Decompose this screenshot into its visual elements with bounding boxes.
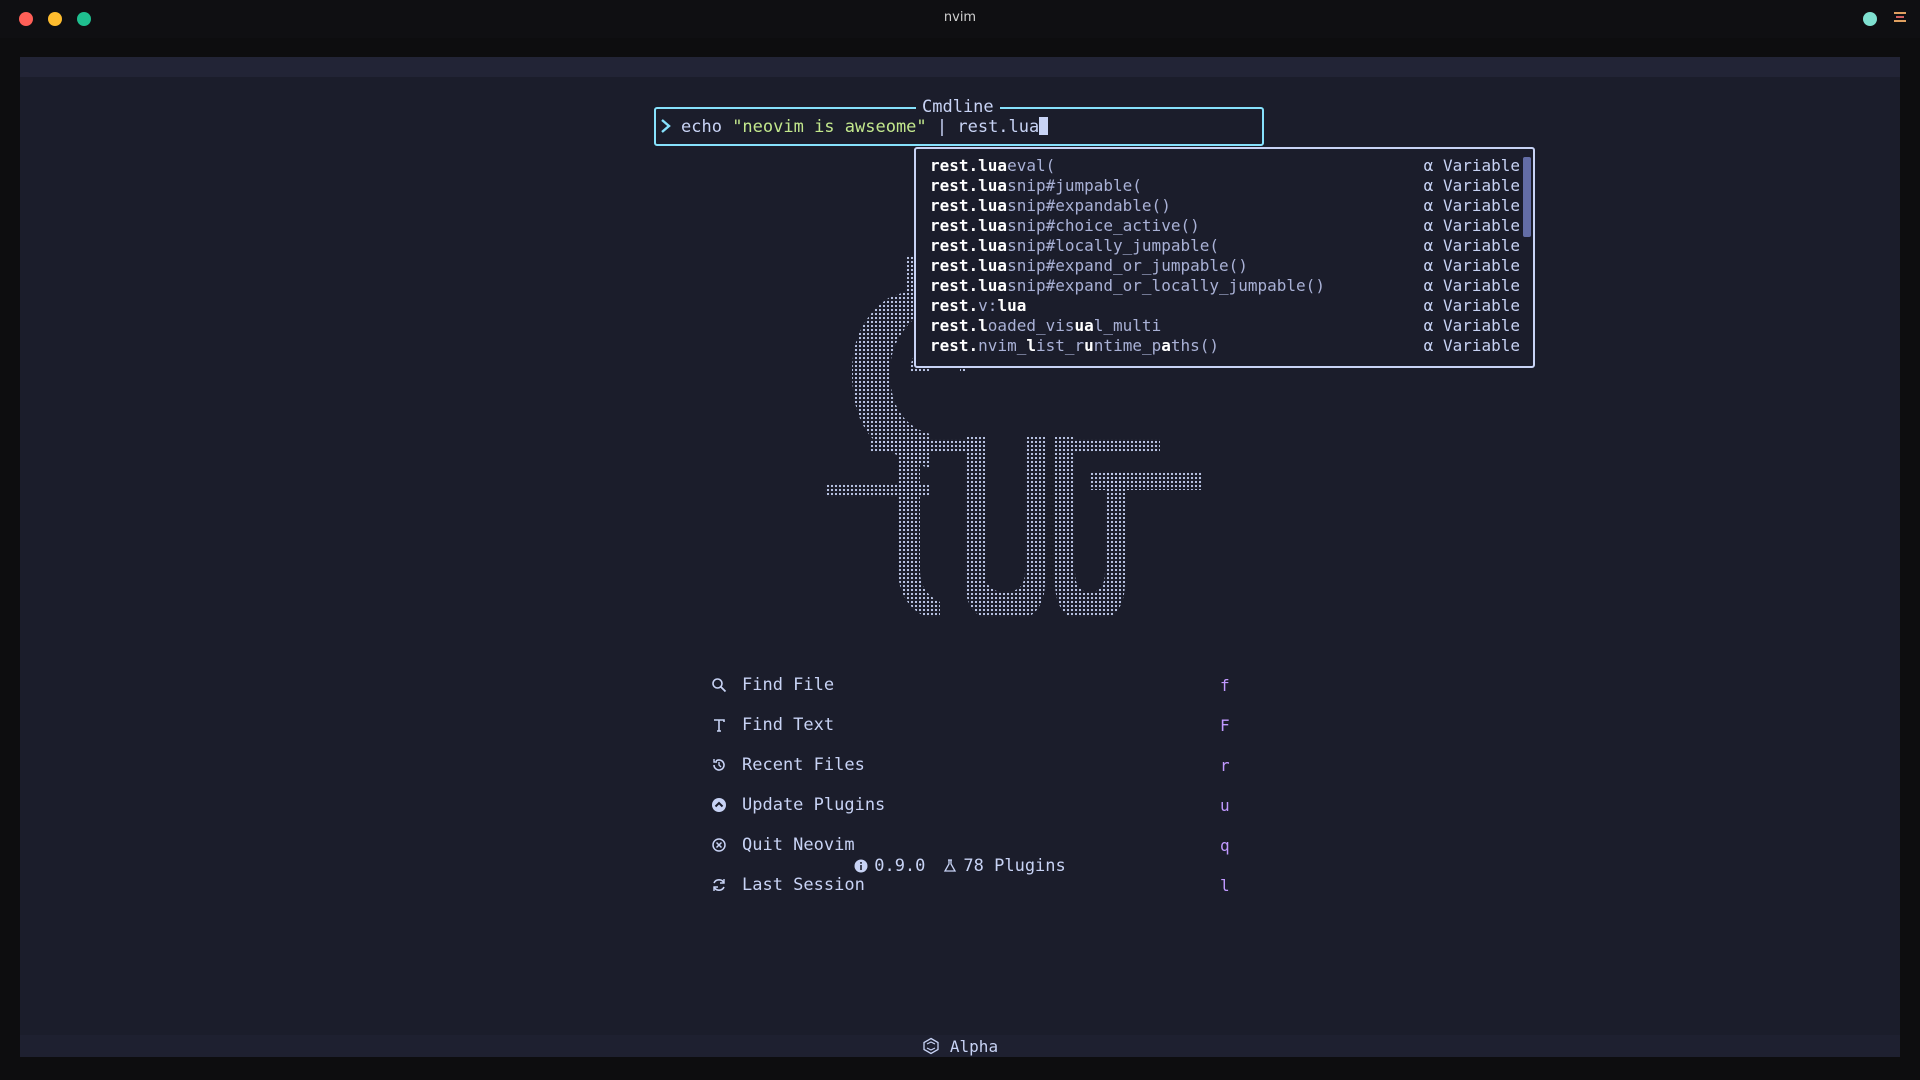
completion-text: ths() bbox=[1170, 336, 1220, 355]
completion-text: l_multi bbox=[1093, 316, 1162, 335]
match-text: ua bbox=[1074, 316, 1094, 335]
completion-kind: α Variable bbox=[1423, 236, 1520, 255]
completion-text: snip#expandable() bbox=[1007, 196, 1171, 215]
completion-scrollbar[interactable] bbox=[1523, 157, 1531, 237]
cmdline-string: "neovim is awseome" bbox=[732, 117, 927, 137]
info-icon bbox=[854, 859, 868, 873]
text-icon bbox=[710, 716, 728, 734]
completion-kind: α Variable bbox=[1423, 316, 1520, 335]
completion-kind: α Variable bbox=[1423, 196, 1520, 215]
version-text: 0.9.0 bbox=[874, 856, 926, 876]
completion-text: v: bbox=[978, 296, 998, 315]
update-icon bbox=[710, 796, 728, 814]
completion-text: nvim_ bbox=[978, 336, 1027, 355]
plugins-text: 78 Plugins bbox=[963, 856, 1066, 876]
completion-text: ntime_p bbox=[1093, 336, 1162, 355]
match-text: l bbox=[1026, 336, 1036, 355]
search-icon bbox=[710, 676, 728, 694]
completion-text: snip#choice_active() bbox=[1007, 216, 1200, 235]
match-text: a bbox=[1161, 336, 1171, 355]
plugins-info: 78 Plugins bbox=[943, 856, 1066, 876]
status-dot-icon bbox=[1863, 12, 1877, 26]
statusline-mode: Alpha bbox=[949, 1036, 999, 1056]
completion-item[interactable]: rest.loaded_visual_multi α Variable bbox=[930, 316, 1520, 336]
shortcut-key: r bbox=[1220, 755, 1230, 775]
cmdline-rest: | rest.lua bbox=[926, 117, 1040, 137]
completion-kind: α Variable bbox=[1423, 256, 1520, 275]
text-cursor bbox=[1039, 117, 1049, 135]
history-icon bbox=[710, 756, 728, 774]
completion-text: eval( bbox=[1007, 156, 1056, 175]
completion-text: oaded_vis bbox=[987, 316, 1075, 335]
match-text: rest. bbox=[930, 336, 979, 355]
button-label: Update Plugins bbox=[742, 795, 886, 815]
match-text: rest.lua bbox=[930, 156, 1008, 175]
alpha-icon bbox=[923, 1037, 939, 1055]
shortcut-key: F bbox=[1220, 715, 1230, 735]
tabline bbox=[20, 57, 1900, 77]
match-text: rest.lua bbox=[930, 236, 1008, 255]
cmdline-command: echo bbox=[681, 117, 733, 137]
dashboard-button-find-text[interactable]: Find Text F bbox=[708, 705, 1248, 745]
statusline: Alpha bbox=[20, 1035, 1900, 1057]
match-text: rest.lua bbox=[930, 196, 1008, 215]
app-menu-icon[interactable] bbox=[1892, 9, 1908, 25]
completion-kind: α Variable bbox=[1423, 216, 1520, 235]
match-text: lua bbox=[997, 296, 1027, 315]
completion-menu: rest.luaeval(α Variable rest.luasnip#jump… bbox=[914, 147, 1535, 368]
chevron-right-icon bbox=[661, 119, 671, 133]
button-label: Find File bbox=[742, 675, 835, 695]
shortcut-key: l bbox=[1220, 875, 1230, 895]
dashboard-footer: 0.9.0 78 Plugins bbox=[0, 856, 1920, 876]
match-text: rest.lua bbox=[930, 216, 1008, 235]
cmdline-title: Cmdline bbox=[916, 97, 1000, 117]
match-text: rest.lua bbox=[930, 176, 1008, 195]
quit-icon bbox=[710, 836, 728, 854]
match-text: rest.l bbox=[930, 316, 988, 335]
completion-kind: α Variable bbox=[1423, 276, 1520, 295]
button-label: Last Session bbox=[742, 875, 865, 895]
cmdline-input[interactable]: echo "neovim is awseome" | rest.lua bbox=[681, 117, 1049, 137]
button-label: Quit Neovim bbox=[742, 835, 855, 855]
shortcut-key: q bbox=[1220, 835, 1230, 855]
shortcut-key: u bbox=[1220, 795, 1230, 815]
match-text: rest. bbox=[930, 296, 979, 315]
button-label: Recent Files bbox=[742, 755, 865, 775]
flask-icon bbox=[944, 859, 957, 872]
completion-text: snip#locally_jumpable( bbox=[1007, 236, 1219, 255]
dashboard-button-recent-files[interactable]: Recent Files r bbox=[708, 745, 1248, 785]
completion-item[interactable]: rest.nvim_list_runtime_paths() α Variable bbox=[930, 336, 1520, 356]
window-title: nvim bbox=[943, 10, 977, 25]
button-label: Find Text bbox=[742, 715, 835, 735]
completion-item[interactable]: rest.luasnip#choice_active() α Variable bbox=[930, 216, 1520, 236]
completion-kind: α Variable bbox=[1423, 296, 1520, 315]
completion-kind: α Variable bbox=[1423, 176, 1520, 195]
match-text: u bbox=[1084, 336, 1094, 355]
completion-item[interactable]: rest.luasnip#expandable() α Variable bbox=[930, 196, 1520, 216]
completion-text: snip#expand_or_jumpable() bbox=[1007, 256, 1248, 275]
completion-item[interactable]: rest.luaeval( α Variable bbox=[930, 156, 1520, 176]
cmdline-popup[interactable]: Cmdline echo "neovim is awseome" | rest.… bbox=[654, 97, 1264, 146]
session-icon bbox=[710, 876, 728, 894]
match-text: rest.lua bbox=[930, 256, 1008, 275]
title-bar: nvim bbox=[0, 0, 1920, 38]
completion-item[interactable]: rest.luasnip#expand_or_locally_jumpable(… bbox=[930, 276, 1520, 296]
completion-text: snip#expand_or_locally_jumpable() bbox=[1007, 276, 1325, 295]
completion-item[interactable]: rest.luasnip#expand_or_jumpable() α Varia… bbox=[930, 256, 1520, 276]
match-text: rest.lua bbox=[930, 276, 1008, 295]
shortcut-key: f bbox=[1220, 675, 1230, 695]
version-info: 0.9.0 bbox=[854, 856, 925, 876]
completion-kind: α Variable bbox=[1423, 156, 1520, 175]
completion-item[interactable]: rest.luasnip#jumpable( α Variable bbox=[930, 176, 1520, 196]
completion-item[interactable]: rest.luasnip#locally_jumpable( α Variable bbox=[930, 236, 1520, 256]
completion-text: ist_r bbox=[1035, 336, 1085, 355]
completion-item[interactable]: rest.v:lua α Variable bbox=[930, 296, 1520, 316]
completion-text: snip#jumpable( bbox=[1007, 176, 1142, 195]
dashboard-button-update-plugins[interactable]: Update Plugins u bbox=[708, 785, 1248, 825]
dashboard-button-find-file[interactable]: Find File f bbox=[708, 665, 1248, 705]
completion-kind: α Variable bbox=[1423, 336, 1520, 355]
